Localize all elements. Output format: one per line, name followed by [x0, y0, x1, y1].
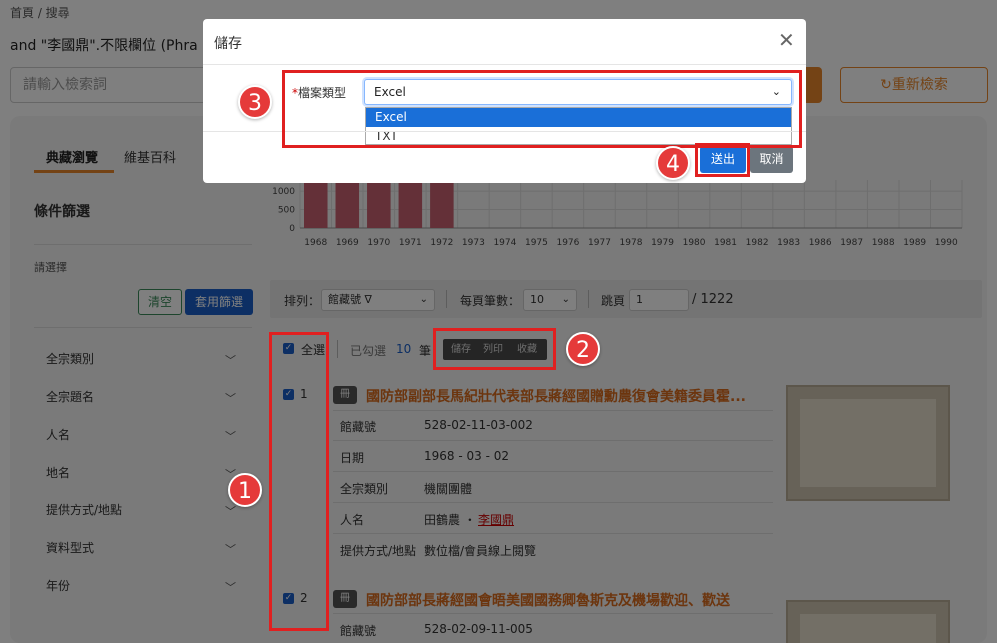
callout-number-2: 2	[566, 332, 600, 366]
callout-number-4: 4	[656, 146, 690, 180]
callout-box-file-type	[282, 70, 802, 148]
callout-box-submit	[695, 143, 750, 177]
close-icon[interactable]: ✕	[778, 30, 795, 50]
callout-number-1: 1	[228, 473, 262, 507]
dialog-title: 儲存	[214, 36, 242, 52]
callout-number-3: 3	[238, 85, 272, 119]
cancel-button[interactable]: 取消	[750, 146, 793, 173]
divider	[203, 64, 806, 65]
callout-box-checkboxes	[269, 332, 329, 631]
callout-box-actions	[433, 328, 556, 370]
